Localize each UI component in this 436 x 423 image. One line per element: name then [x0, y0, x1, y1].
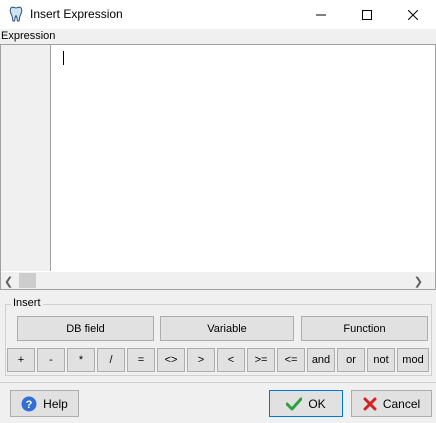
help-label: Help [43, 396, 68, 411]
minimize-button[interactable] [298, 0, 344, 29]
operator-less-button[interactable]: < [217, 348, 245, 372]
variable-button[interactable]: Variable [160, 316, 294, 341]
close-button[interactable] [390, 0, 436, 29]
tooth-icon [9, 6, 23, 22]
operator-greater-button[interactable]: > [187, 348, 215, 372]
cancel-label: Cancel [382, 396, 421, 411]
function-button[interactable]: Function [301, 316, 428, 341]
title-bar: Insert Expression [0, 0, 436, 29]
minimize-icon [316, 14, 326, 15]
operator-divide-button[interactable]: / [97, 348, 125, 372]
operator-less-equal-button[interactable]: <= [277, 348, 305, 372]
expression-label: Expression [1, 30, 56, 42]
help-icon: ? [21, 396, 37, 412]
maximize-icon [362, 9, 372, 20]
window-title: Insert Expression [30, 7, 123, 21]
db-field-button[interactable]: DB field [17, 316, 154, 341]
help-button[interactable]: ? Help [10, 390, 79, 417]
operator-greater-equal-button[interactable]: >= [247, 348, 275, 372]
check-icon [286, 397, 303, 411]
line-number-gutter [1, 45, 51, 271]
svg-text:?: ? [26, 399, 33, 411]
operator-mod-button[interactable]: mod [397, 348, 429, 372]
operator-not-equal-button[interactable]: <> [157, 348, 185, 372]
ok-label: OK [308, 396, 326, 411]
editor-margin [51, 45, 62, 271]
cancel-button[interactable]: Cancel [351, 390, 432, 417]
close-icon [408, 9, 418, 20]
operator-equals-button[interactable]: = [127, 348, 155, 372]
scrollbar-thumb[interactable] [19, 273, 36, 288]
text-caret [63, 51, 64, 65]
cancel-x-icon [363, 397, 377, 411]
ok-button[interactable]: OK [269, 390, 343, 417]
operator-not-button[interactable]: not [367, 348, 395, 372]
maximize-button[interactable] [344, 0, 390, 29]
operator-minus-button[interactable]: - [37, 348, 65, 372]
operator-or-button[interactable]: or [337, 348, 365, 372]
scroll-left-icon[interactable]: ❮ [4, 275, 13, 288]
scroll-right-icon[interactable]: ❯ [414, 275, 423, 288]
footer-divider [0, 382, 436, 383]
operator-plus-button[interactable]: + [7, 348, 35, 372]
insert-group-label: Insert [11, 297, 43, 309]
operator-and-button[interactable]: and [307, 348, 335, 372]
expression-editor[interactable]: ❮ ❯ [0, 44, 436, 290]
operator-multiply-button[interactable]: * [67, 348, 95, 372]
horizontal-scrollbar[interactable]: ❮ ❯ [1, 272, 435, 289]
